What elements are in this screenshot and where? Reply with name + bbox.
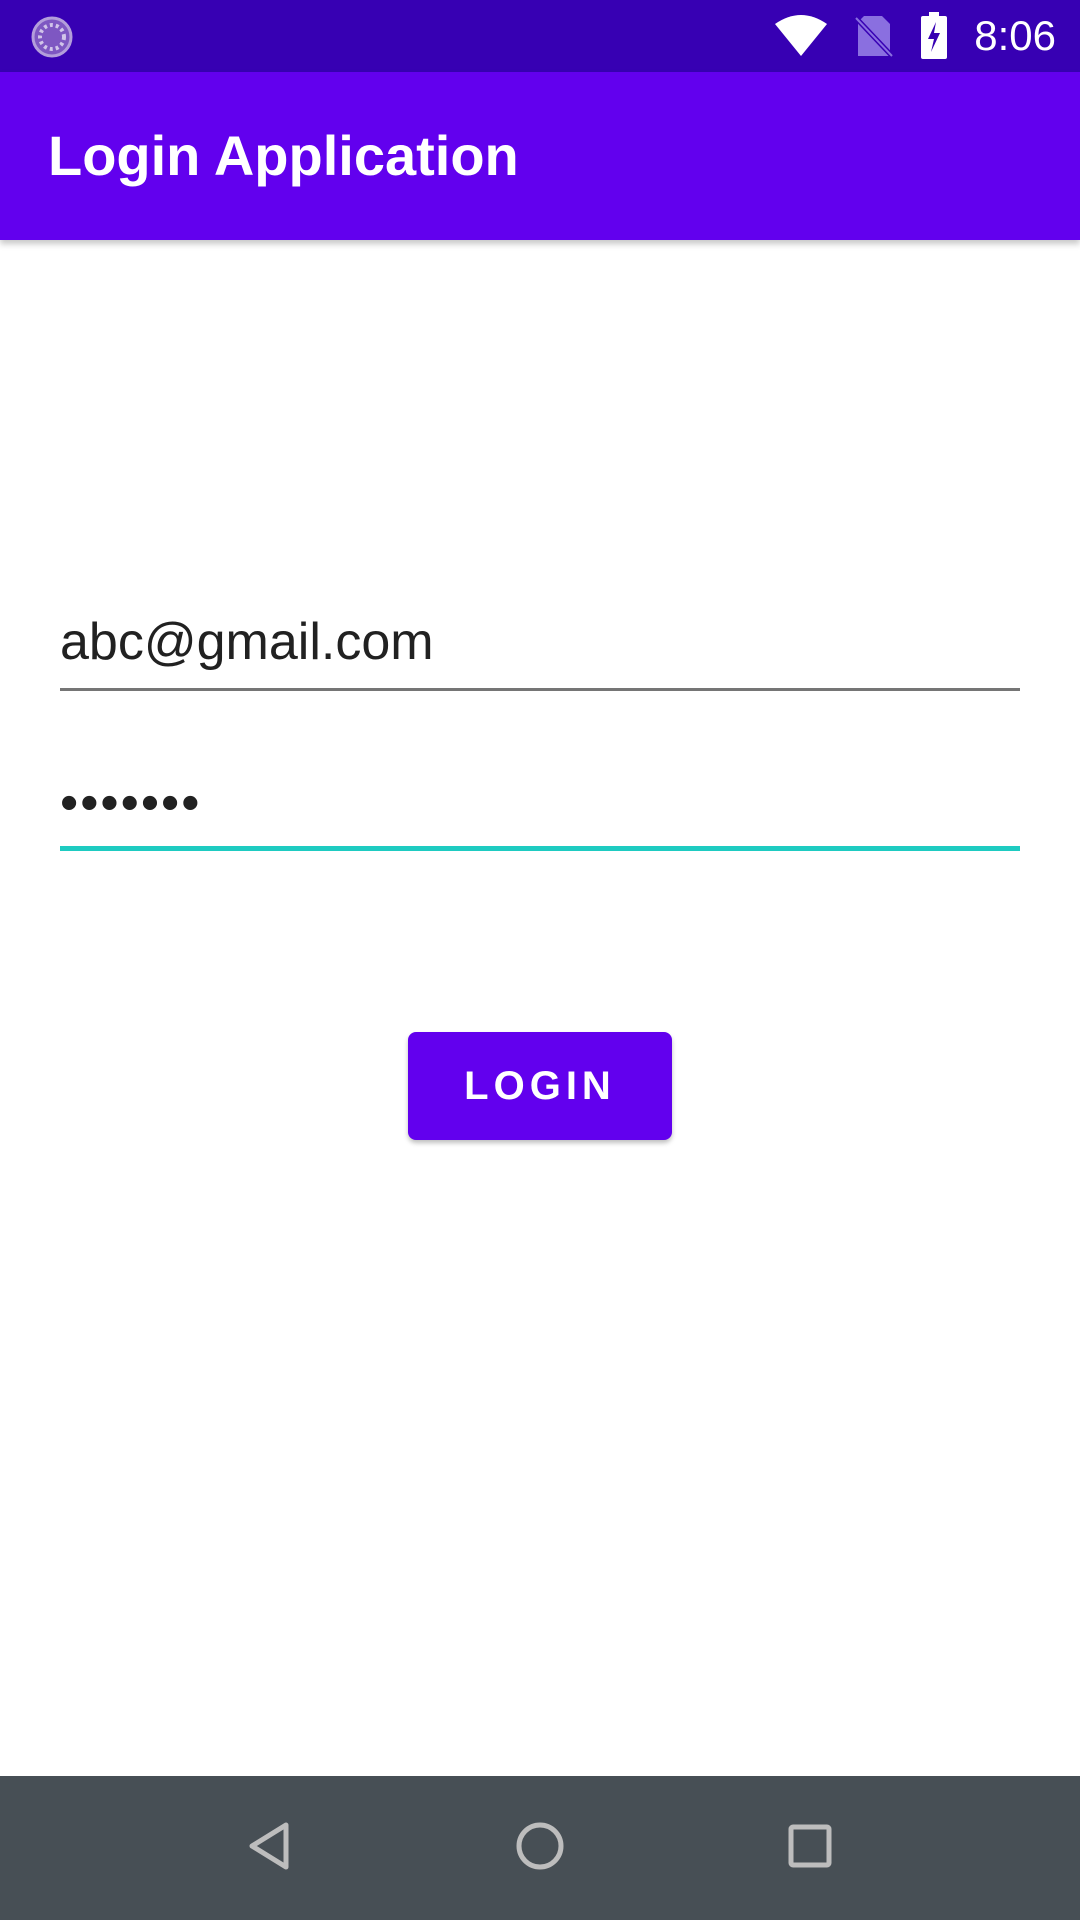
email-field-value: abc@gmail.com bbox=[60, 613, 434, 671]
wifi-icon bbox=[774, 14, 828, 58]
no-sim-icon bbox=[854, 14, 895, 58]
back-button[interactable] bbox=[234, 1812, 306, 1884]
home-icon bbox=[514, 1820, 566, 1877]
status-time: 8:06 bbox=[974, 12, 1056, 59]
nav-bar bbox=[0, 1776, 1080, 1920]
home-button[interactable] bbox=[504, 1812, 576, 1884]
battery-charging-icon bbox=[920, 12, 948, 60]
recents-button[interactable] bbox=[774, 1812, 846, 1884]
status-bar: 8:06 bbox=[0, 0, 1080, 72]
status-icons: 8:06 bbox=[774, 0, 1056, 72]
email-field[interactable]: abc@gmail.com bbox=[60, 612, 1020, 691]
loading-icon bbox=[30, 15, 74, 59]
app-title: Login Application bbox=[48, 124, 519, 187]
recents-icon bbox=[787, 1823, 833, 1874]
back-icon bbox=[246, 1821, 294, 1876]
password-field[interactable]: ••••••• bbox=[60, 770, 1020, 851]
login-button[interactable]: LOGIN bbox=[408, 1032, 672, 1140]
password-field-value: ••••••• bbox=[60, 774, 202, 832]
app-bar: Login Application bbox=[0, 72, 1080, 240]
